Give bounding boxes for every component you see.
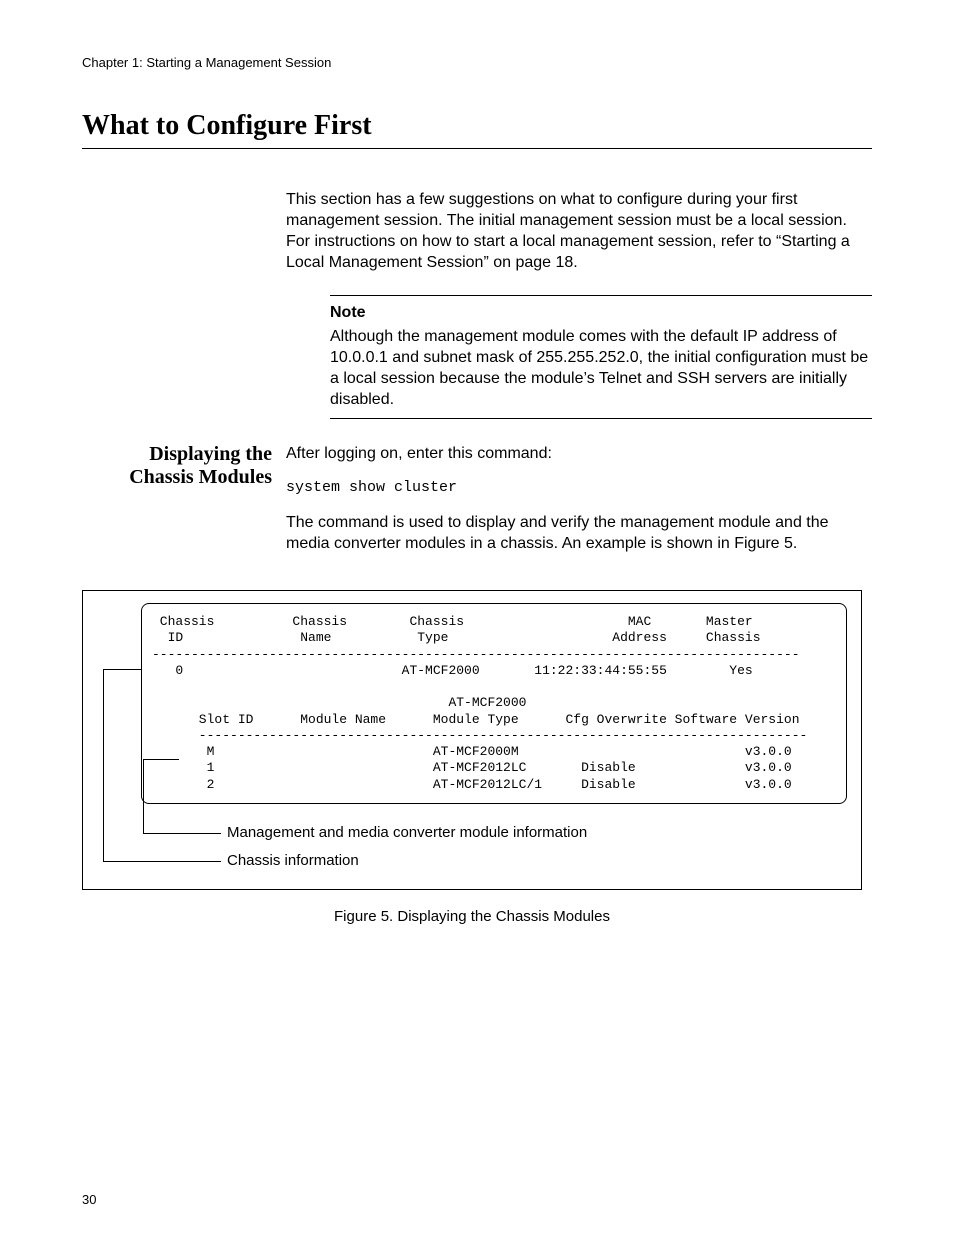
callout-modules: Management and media converter module in… <box>227 824 587 841</box>
page-number: 30 <box>82 1192 96 1207</box>
cli-output: Chassis Chassis Chassis MAC Master ID Na… <box>141 603 847 804</box>
command-text: system show cluster <box>286 478 872 498</box>
chapter-header: Chapter 1: Starting a Management Session <box>82 55 872 70</box>
figure-box: Chassis Chassis Chassis MAC Master ID Na… <box>82 590 862 890</box>
callout-chassis: Chassis information <box>227 852 359 869</box>
note-body: Although the management module comes wit… <box>330 326 872 410</box>
subsection-heading-l2: Chassis Modules <box>82 466 272 489</box>
intro-paragraph: This section has a few suggestions on wh… <box>286 189 872 273</box>
note-label: Note <box>330 302 872 323</box>
note-block: Note Although the management module come… <box>330 295 872 419</box>
command-desc: The command is used to display and verif… <box>286 512 872 554</box>
figure-caption: Figure 5. Displaying the Chassis Modules <box>82 908 862 925</box>
page-title: What to Configure First <box>82 110 872 149</box>
subsection-heading-l1: Displaying the <box>82 443 272 466</box>
command-intro: After logging on, enter this command: <box>286 443 872 464</box>
